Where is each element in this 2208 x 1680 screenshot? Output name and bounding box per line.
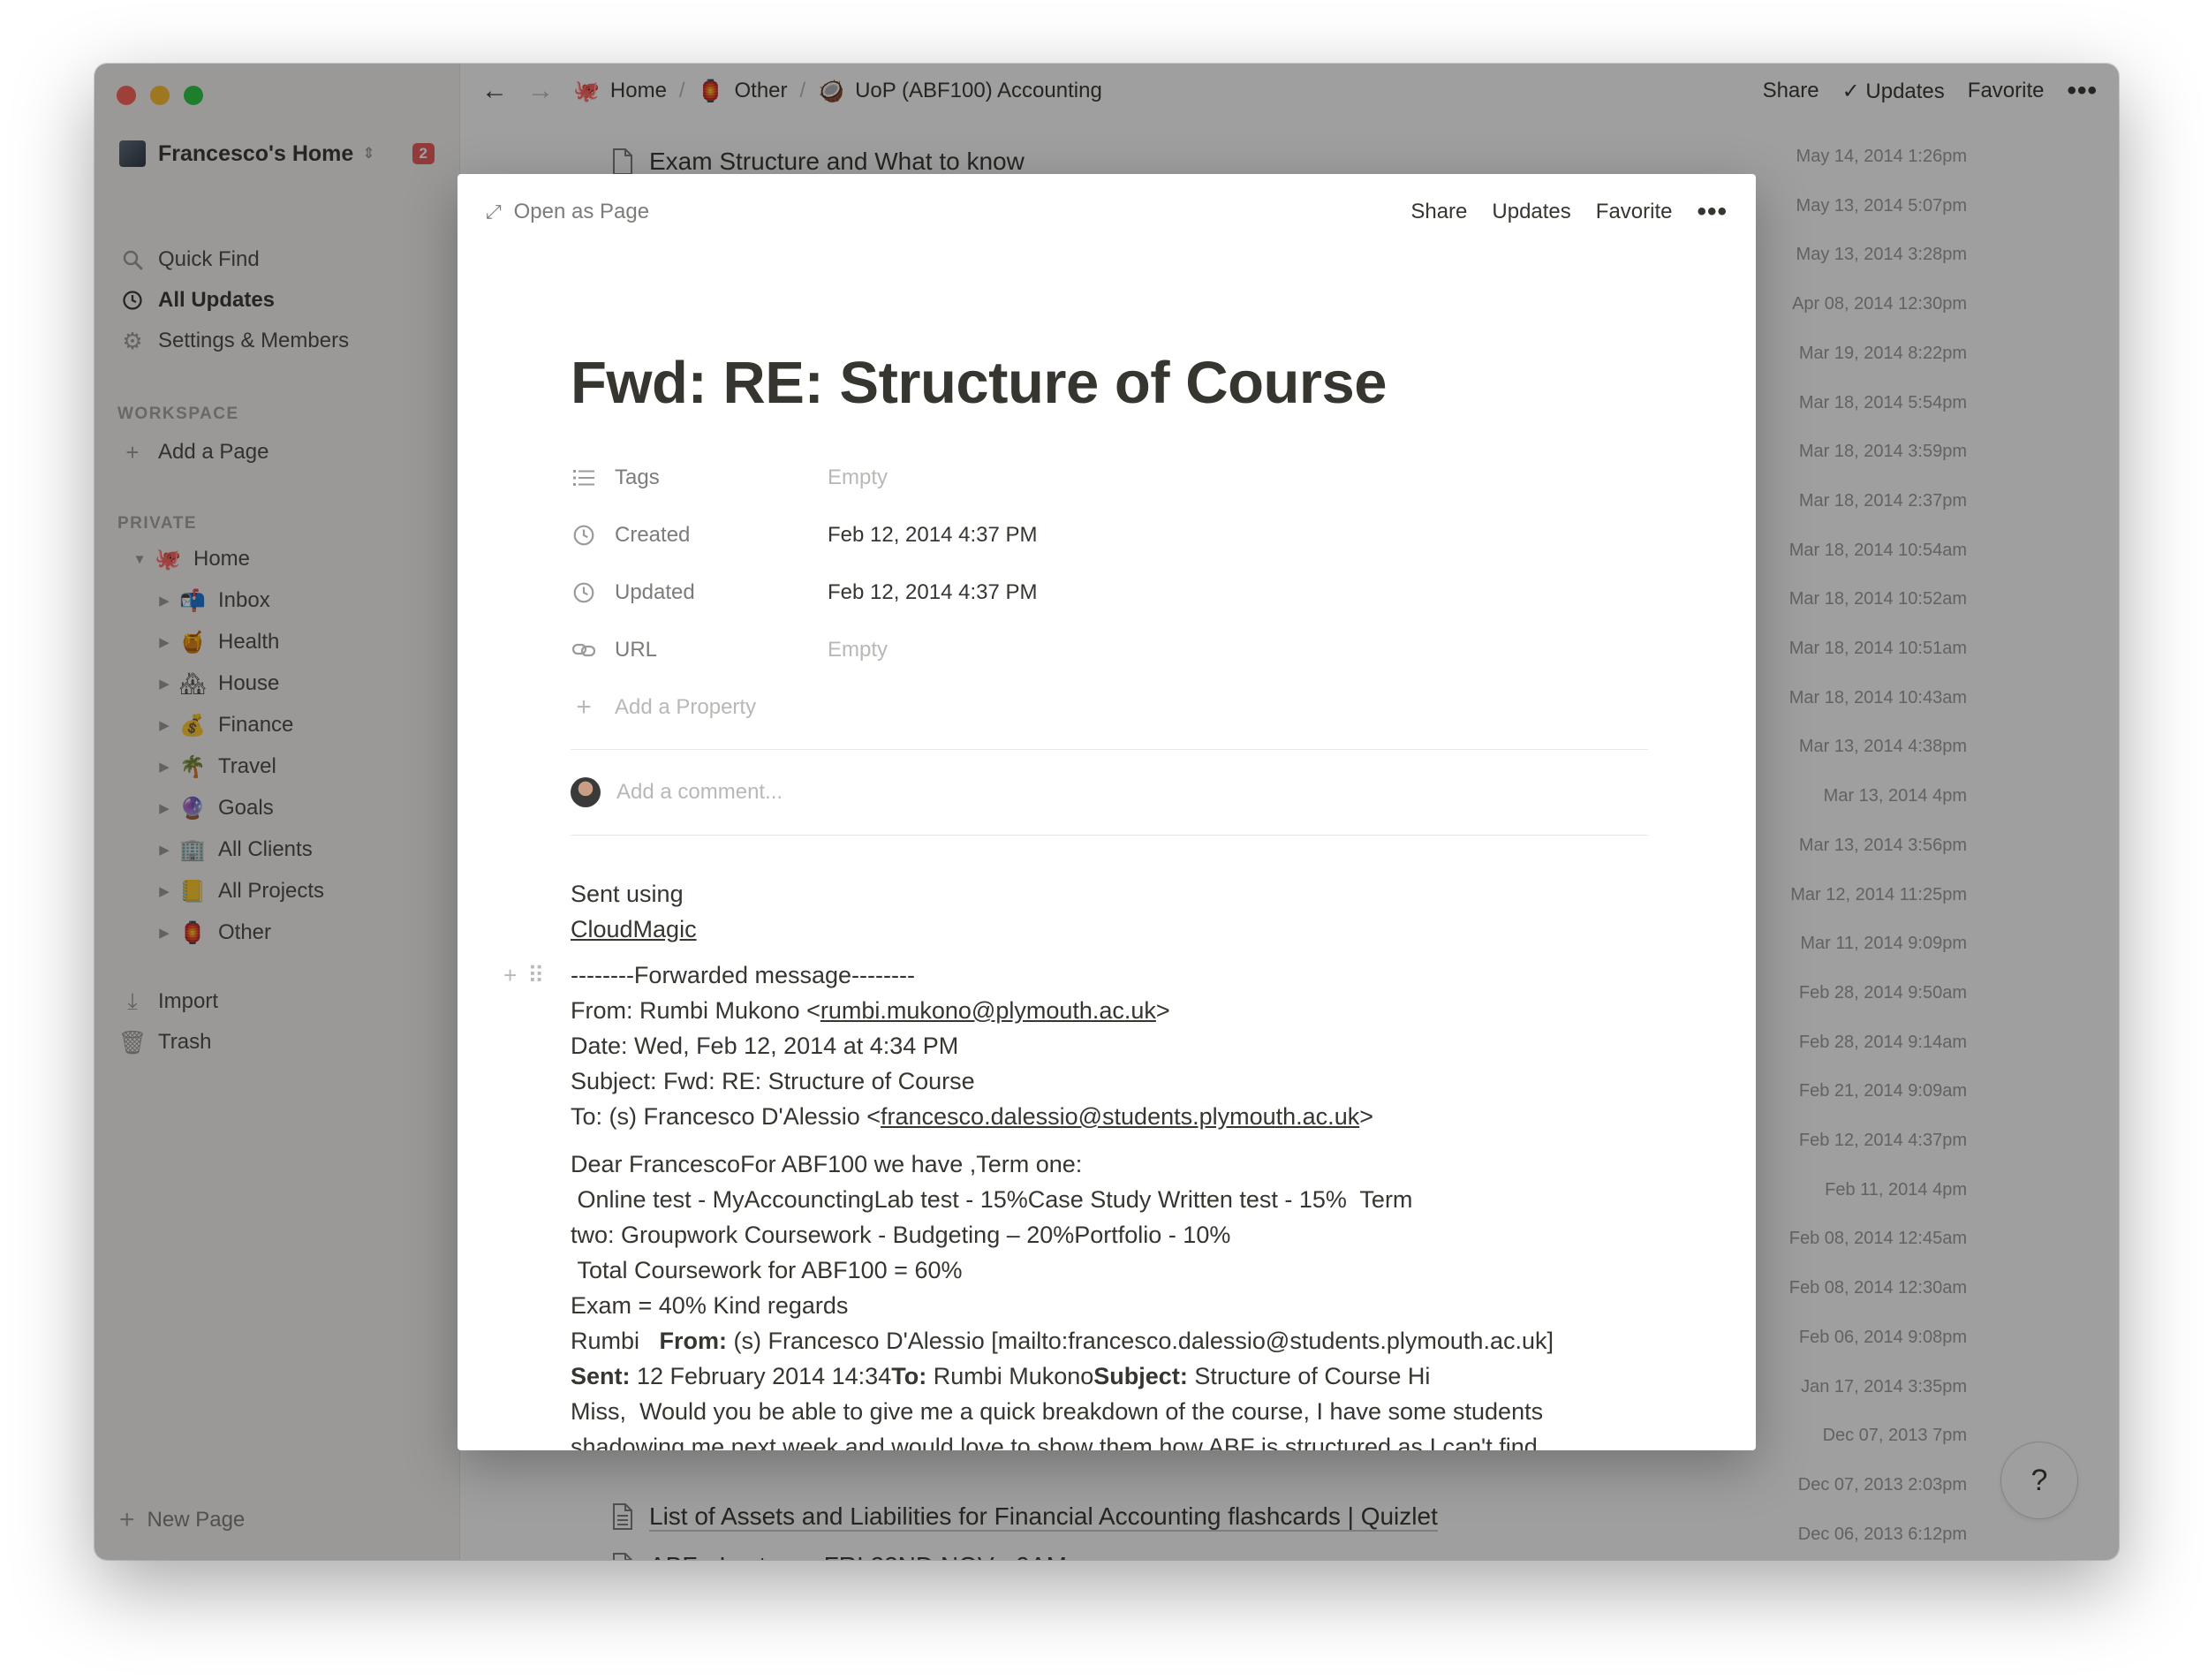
message-line: two: Groupwork Coursework - Budgeting – … (571, 1221, 1231, 1248)
modal-share-button[interactable]: Share (1410, 200, 1467, 224)
clock-icon (571, 524, 597, 547)
page-body: Fwd: RE: Structure of Course Tags Empty … (503, 351, 1648, 1450)
message-line: Total Coursework for ABF100 = 60% (571, 1256, 963, 1283)
property-tags[interactable]: Tags Empty (571, 450, 1648, 507)
subject-line: Subject: Fwd: RE: Structure of Course (571, 1067, 975, 1094)
bold-run: To: (891, 1362, 927, 1389)
plus-icon[interactable]: + (503, 957, 517, 993)
message-line: shadowing me next week and would love to… (571, 1433, 1538, 1450)
message-line: Dear FrancescoFor ABF100 we have ,Term o… (571, 1150, 1083, 1177)
property-name: Updated (615, 580, 695, 605)
property-value: Feb 12, 2014 4:37 PM (828, 580, 1038, 605)
text-run: Structure of Course Hi (1187, 1362, 1431, 1389)
clock-icon (571, 581, 597, 604)
property-value[interactable]: Empty (828, 465, 888, 490)
open-as-page-button[interactable]: ⤢ Open as Page (486, 200, 649, 224)
forward-block: + ⠿ --------Forwarded message-------- Fr… (503, 957, 1648, 1134)
list-icon (571, 469, 597, 487)
from-suffix: > (1155, 996, 1170, 1024)
comment-input[interactable]: Add a comment... (571, 750, 1648, 835)
message-line: Online test - MyAccounctingLab test - 15… (571, 1185, 1413, 1213)
text-run: 12 February 2014 14:34 (630, 1362, 892, 1389)
text-run: Rumbi (571, 1327, 660, 1354)
property-created: Created Feb 12, 2014 4:37 PM (571, 507, 1648, 564)
property-updated: Updated Feb 12, 2014 4:37 PM (571, 564, 1648, 622)
app-window: Francesco's Home ⇕ 2 Quick Find All Upda… (95, 64, 2119, 1560)
page-properties: Tags Empty Created Feb 12, 2014 4:37 PM … (571, 450, 1648, 737)
text-run: Rumbi Mukono (926, 1362, 1094, 1389)
to-prefix: To: (s) Francesco D'Alessio < (571, 1102, 881, 1130)
message-line: Sent: 12 February 2014 14:34To: Rumbi Mu… (571, 1358, 1648, 1394)
add-property-button[interactable]: + Add a Property (571, 679, 1648, 737)
from-prefix: From: Rumbi Mukono < (571, 996, 820, 1024)
plus-icon: + (576, 692, 592, 723)
modal-actions: Share Updates Favorite ••• (1410, 197, 1728, 227)
modal-favorite-button[interactable]: Favorite (1596, 200, 1673, 224)
from-email-link[interactable]: rumbi.mukono@plymouth.ac.uk (820, 997, 1156, 1024)
modal-toolbar: ⤢ Open as Page Share Updates Favorite ••… (486, 192, 1728, 232)
property-name: Created (615, 523, 691, 548)
cloudmagic-link[interactable]: CloudMagic (571, 916, 697, 942)
message-block: Dear FrancescoFor ABF100 we have ,Term o… (571, 1146, 1648, 1450)
to-suffix: > (1359, 1102, 1373, 1130)
block-handle[interactable]: + ⠿ (503, 957, 544, 993)
link-icon (571, 641, 597, 659)
divider (571, 834, 1648, 836)
page-peek-modal: ⤢ Open as Page Share Updates Favorite ••… (457, 174, 1756, 1450)
comment-placeholder: Add a comment... (616, 779, 783, 804)
drag-handle-icon[interactable]: ⠿ (527, 957, 544, 993)
avatar (571, 776, 601, 807)
modal-updates-button[interactable]: Updates (1492, 200, 1570, 224)
message-line: Rumbi From: (s) Francesco D'Alessio [mai… (571, 1323, 1648, 1358)
add-property-label: Add a Property (615, 695, 757, 720)
page-content[interactable]: Sent using CloudMagic + ⠿ --------Forwar… (503, 876, 1648, 1450)
bold-run: From: (659, 1327, 728, 1354)
property-value[interactable]: Empty (828, 638, 888, 662)
property-name: Tags (615, 465, 660, 490)
to-email-link[interactable]: francesco.dalessio@students.plymouth.ac.… (881, 1103, 1359, 1130)
bold-run: Sent: (571, 1362, 631, 1389)
property-value: Feb 12, 2014 4:37 PM (828, 523, 1038, 548)
text-run: (s) Francesco D'Alessio [mailto:francesc… (727, 1327, 1554, 1354)
property-url[interactable]: URL Empty (571, 622, 1648, 679)
sent-using-text: Sent using (571, 880, 684, 907)
more-options-icon[interactable]: ••• (1697, 197, 1728, 227)
to-line: To: (s) Francesco D'Alessio <francesco.d… (571, 1099, 1648, 1134)
page-title[interactable]: Fwd: RE: Structure of Course (571, 351, 1648, 416)
property-name: URL (615, 638, 658, 662)
message-line: Exam = 40% Kind regards (571, 1291, 849, 1319)
message-line: Miss, Would you be able to give me a qui… (571, 1397, 1544, 1425)
open-as-page-label: Open as Page (513, 200, 650, 223)
date-line: Date: Wed, Feb 12, 2014 at 4:34 PM (571, 1032, 959, 1059)
expand-arrow-icon: ⤢ (486, 201, 502, 223)
bold-run: Subject: (1093, 1362, 1188, 1389)
from-line: From: Rumbi Mukono <rumbi.mukono@plymout… (571, 993, 1648, 1028)
forwarded-header: --------Forwarded message-------- (571, 961, 915, 988)
